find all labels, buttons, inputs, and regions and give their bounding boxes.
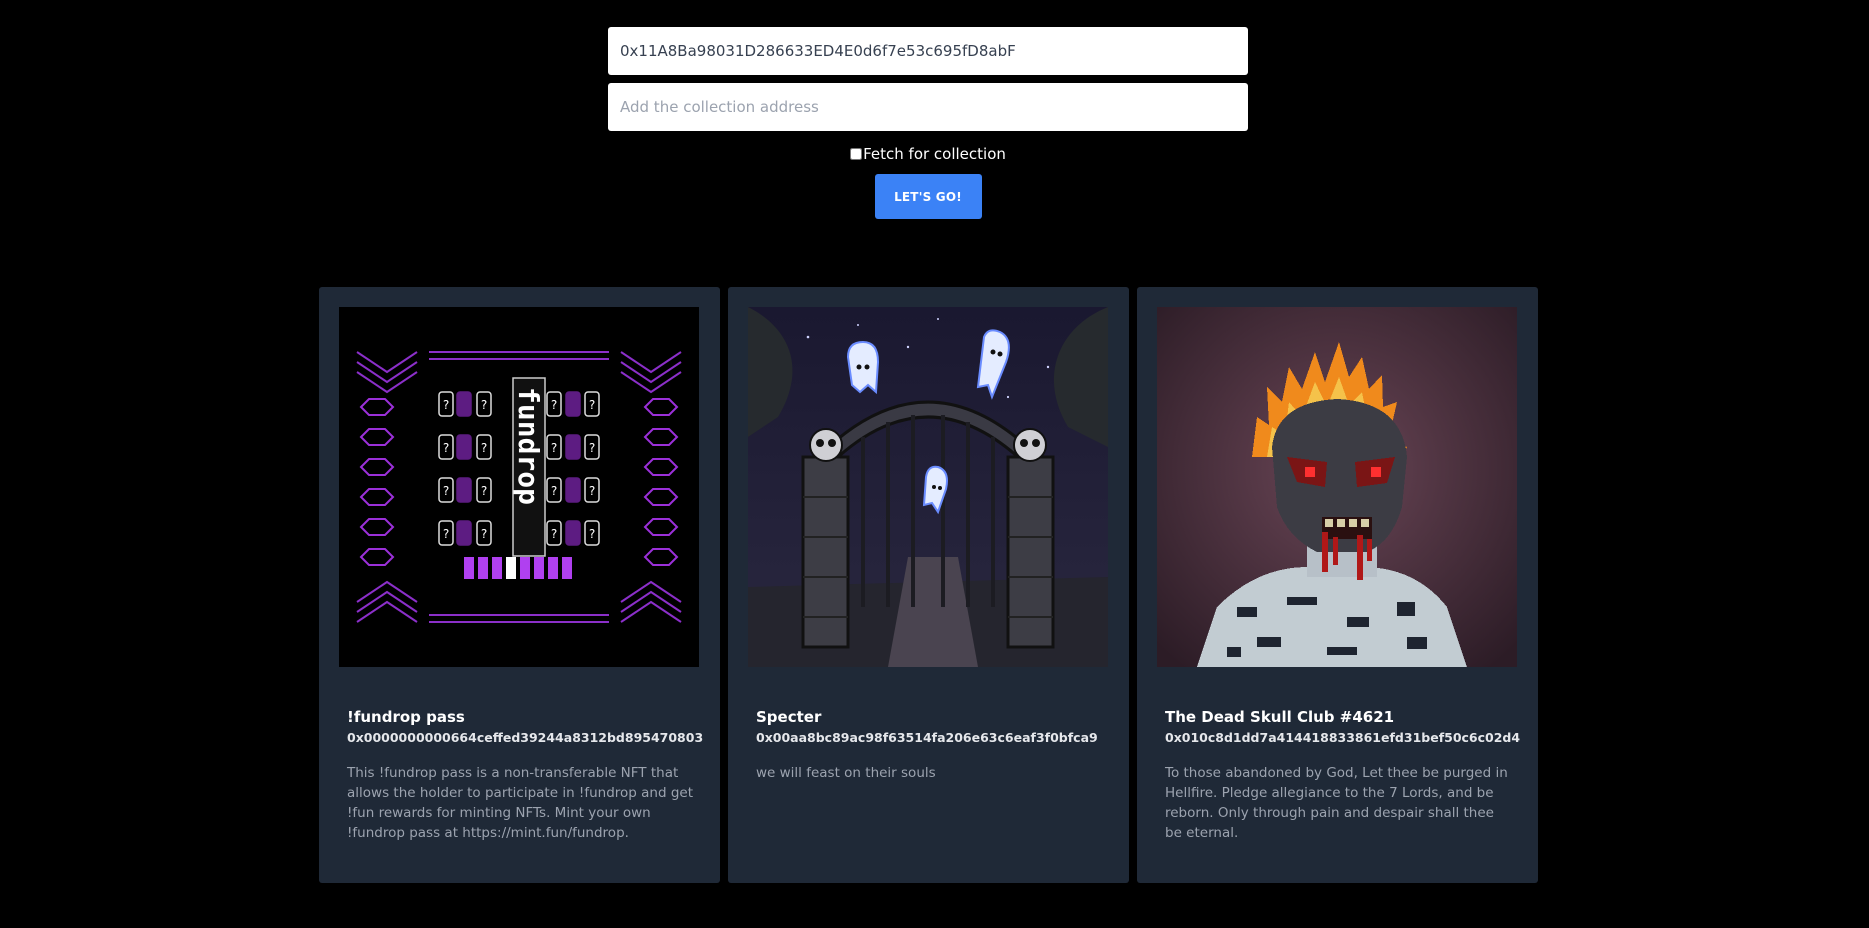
nft-card[interactable]: The Dead Skull Club #4621 0x010c8d1dd7a4…: [1137, 287, 1538, 883]
svg-text:?: ?: [588, 527, 595, 541]
fundrop-art-text: fundrop: [512, 387, 545, 505]
nft-title: The Dead Skull Club #4621: [1165, 708, 1395, 726]
svg-text:?: ?: [480, 441, 487, 455]
svg-text:?: ?: [442, 527, 449, 541]
fetch-collection-label: Fetch for collection: [863, 145, 1006, 163]
nft-description: To those abandoned by God, Let thee be p…: [1165, 765, 1508, 841]
lets-go-button[interactable]: LET'S GO!: [874, 174, 982, 219]
svg-text:?: ?: [588, 398, 595, 412]
collection-address-input[interactable]: [608, 83, 1248, 131]
nft-contract-address: 0x00aa8bc89ac98f63514fa206e63c6eaf3f0bfc…: [756, 730, 1098, 745]
fetch-collection-row[interactable]: Fetch for collection: [608, 144, 1248, 164]
nft-description: we will feast on their souls: [756, 765, 936, 781]
svg-text:?: ?: [442, 398, 449, 412]
svg-text:?: ?: [588, 484, 595, 498]
svg-text:?: ?: [588, 441, 595, 455]
svg-text:?: ?: [442, 441, 449, 455]
svg-text:?: ?: [550, 398, 557, 412]
svg-text:?: ?: [550, 441, 557, 455]
search-form: Fetch for collection LET'S GO!: [608, 27, 1248, 219]
nft-contract-address: 0x010c8d1dd7a414418833861efd31bef50c6c02…: [1165, 730, 1521, 745]
nft-image-fundrop: ?? ?? ?? ?? ?? ?? ?? ?? fundrop: [339, 307, 699, 667]
svg-text:?: ?: [550, 484, 557, 498]
nft-image-dead-skull: [1157, 307, 1517, 667]
nft-card[interactable]: ?? ?? ?? ?? ?? ?? ?? ?? fundrop !fundrop…: [319, 287, 720, 883]
nft-image-specter: [748, 307, 1108, 667]
svg-text:?: ?: [480, 484, 487, 498]
wallet-address-input[interactable]: [608, 27, 1248, 75]
nft-description: This !fundrop pass is a non-transferable…: [347, 765, 693, 841]
nft-card-grid: ?? ?? ?? ?? ?? ?? ?? ?? fundrop !fundrop…: [319, 287, 1538, 883]
svg-text:?: ?: [442, 484, 449, 498]
svg-text:?: ?: [480, 398, 487, 412]
nft-contract-address: 0x0000000000664ceffed39244a8312bd8954708…: [347, 730, 704, 745]
svg-text:?: ?: [480, 527, 487, 541]
nft-card[interactable]: Specter 0x00aa8bc89ac98f63514fa206e63c6e…: [728, 287, 1129, 883]
svg-text:?: ?: [550, 527, 557, 541]
nft-title: !fundrop pass: [347, 708, 465, 726]
nft-title: Specter: [756, 708, 822, 726]
fetch-collection-checkbox[interactable]: [850, 148, 863, 160]
